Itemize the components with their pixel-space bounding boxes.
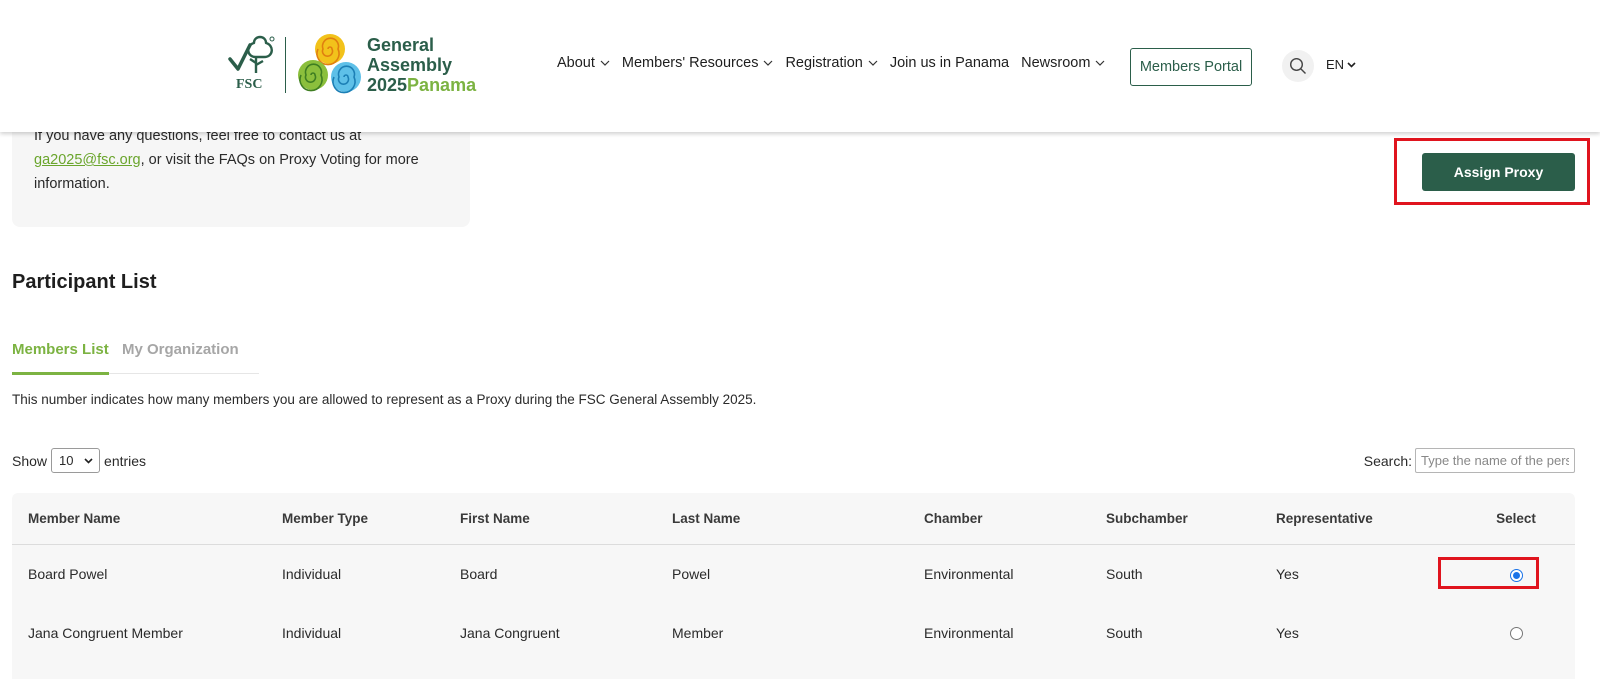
cell-subchamber: South [1106, 624, 1143, 641]
section-title: Participant List [12, 271, 157, 293]
table-row: Board Powel Individual Board Powel Envir… [12, 544, 1575, 603]
logo-line-year: 2025Panama [367, 75, 476, 95]
ga2025-logo[interactable]: FSC General Assembly 2025Panama [226, 33, 488, 99]
cell-select [1457, 603, 1575, 662]
chevron-down-icon [84, 457, 93, 464]
email-link[interactable]: ga2025@fsc.org [34, 152, 141, 168]
search-label: Search: [1363, 452, 1412, 469]
tab-bar: Members List My Organization [12, 337, 259, 375]
logo-text: General Assembly 2025Panama [367, 35, 476, 95]
col-representative[interactable]: Representative [1276, 493, 1457, 545]
cell-chamber: Environmental [924, 565, 1014, 582]
nav-members-resources-label: Members' Resources [621, 55, 759, 71]
search-input[interactable] [1415, 448, 1575, 473]
cell-first-name: Jana Congruent [460, 624, 560, 641]
cell-member-type: Individual [282, 624, 342, 641]
table-row: Jana Congruent Member Individual Jana Co… [12, 603, 1575, 662]
tab-members-list[interactable]: Members List [12, 341, 109, 358]
cell-member-type: Individual [282, 565, 342, 582]
nav-newsroom-label: Newsroom [1021, 55, 1091, 71]
cell-first-name: Board [460, 565, 498, 582]
cell-last-name: Member [672, 624, 724, 641]
cell-last-name: Powel [672, 565, 711, 582]
col-chamber[interactable]: Chamber [924, 493, 1106, 545]
col-subchamber[interactable]: Subchamber [1106, 493, 1276, 545]
nav-registration-label: Registration [785, 55, 863, 71]
chevron-down-icon [1347, 61, 1356, 68]
logo-year: 2025 [367, 75, 408, 95]
col-first-name[interactable]: First Name [460, 493, 672, 545]
entries-select[interactable]: 10 [51, 448, 101, 473]
nav-about[interactable]: About [557, 55, 610, 71]
select-radio[interactable] [1509, 627, 1523, 641]
logo-divider [285, 37, 286, 93]
chevron-down-icon [868, 60, 878, 66]
logo-line-assembly: Assembly [367, 55, 453, 75]
table-header-row: Member Name Member Type First Name Last … [12, 493, 1575, 545]
cell-representative: Yes [1276, 565, 1299, 582]
show-label: Show [12, 452, 48, 469]
assign-proxy-button[interactable]: Assign Proxy [1422, 153, 1575, 191]
nav-join-us[interactable]: Join us in Panama [890, 55, 1009, 71]
language-selector[interactable]: EN [1326, 57, 1356, 72]
logo-place: Panama [407, 75, 477, 95]
header-search-button[interactable] [1282, 50, 1314, 82]
fsc-tree-logo-icon [228, 35, 275, 73]
spiral-leaves-icon [298, 34, 361, 94]
chevron-down-icon [1095, 60, 1105, 66]
entries-label: entries [104, 452, 147, 469]
search-icon [1289, 57, 1306, 74]
site-header: FSC General Assembly 2025Panama About Me… [0, 0, 1600, 132]
chevron-down-icon [764, 60, 773, 66]
logo-line-general: General [367, 35, 435, 55]
cell-representative: Yes [1276, 624, 1299, 641]
tab-my-organization[interactable]: My Organization [122, 341, 239, 358]
nav-members-resources[interactable]: Members' Resources [622, 55, 774, 71]
members-portal-button[interactable]: Members Portal [1130, 48, 1252, 86]
language-label: EN [1326, 57, 1345, 72]
nav-newsroom[interactable]: Newsroom [1021, 55, 1105, 71]
selected-radio-highlight [1438, 557, 1539, 589]
cell-member-name: Board Powel [28, 565, 108, 582]
col-member-type[interactable]: Member Type [282, 493, 460, 545]
chevron-down-icon [600, 60, 610, 66]
active-tab-indicator [12, 372, 109, 375]
col-select[interactable]: Select [1457, 493, 1575, 545]
main-nav: About Members' Resources Registration Jo… [557, 55, 1117, 71]
nav-registration[interactable]: Registration [785, 55, 878, 71]
fsc-label: FSC [236, 77, 263, 92]
cell-chamber: Environmental [924, 624, 1014, 641]
entries-length-control: Show 10 entries [12, 448, 146, 473]
cell-member-name: Jana Congruent Member [28, 624, 183, 641]
col-last-name[interactable]: Last Name [672, 493, 924, 545]
entries-value: 10 [59, 453, 74, 468]
participant-table: Member Name Member Type First Name Last … [12, 493, 1575, 679]
cell-subchamber: South [1106, 565, 1143, 582]
col-member-name[interactable]: Member Name [12, 493, 282, 545]
info-text: , or visit the FAQs on Proxy Voting for … [140, 152, 419, 168]
table-search: Search: [1364, 448, 1575, 473]
info-text-end: information. [34, 176, 110, 192]
nav-join-us-label: Join us in Panama [889, 55, 1010, 71]
nav-about-label: About [557, 55, 595, 71]
proxy-note: This number indicates how many members y… [12, 392, 757, 407]
